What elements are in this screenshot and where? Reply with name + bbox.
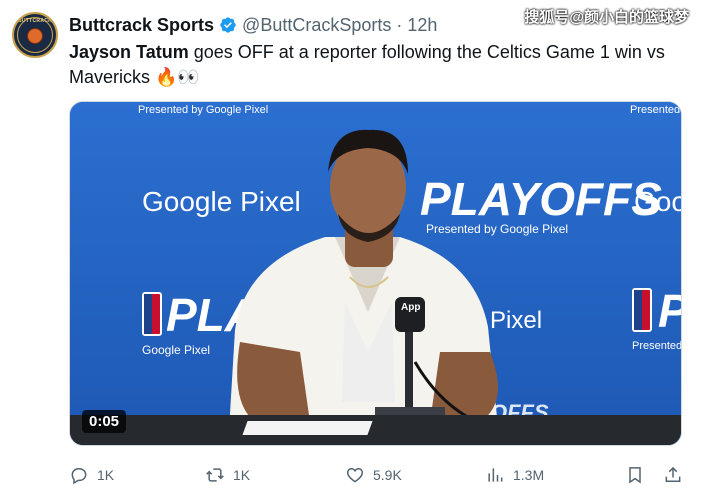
reply-button[interactable]: 1K (69, 465, 114, 485)
like-count: 5.9K (373, 467, 402, 483)
mic-flag-label: App (401, 302, 421, 313)
player-figure (228, 129, 511, 445)
retweet-button[interactable]: 1K (205, 465, 250, 485)
bookmark-button[interactable] (625, 465, 645, 485)
account-name[interactable]: Buttcrack Sports (69, 15, 214, 36)
bookmark-icon (629, 467, 641, 484)
press-table (70, 415, 681, 445)
watermark: 搜狐号@颜小白的篮球梦 (524, 9, 689, 26)
verified-badge-icon (219, 16, 237, 34)
reply-icon (71, 468, 87, 485)
heart-icon (346, 467, 364, 483)
separator: · (396, 14, 403, 35)
share-icon (665, 466, 681, 482)
video-player[interactable]: Presented by Google Pixel Presented by G… (69, 101, 682, 446)
timestamp[interactable]: 12h (407, 15, 437, 36)
views-chart-icon (488, 468, 503, 482)
paper-sheet (242, 421, 373, 435)
avatar-logo-text: BUTTCRACK (17, 18, 53, 24)
account-handle[interactable]: @ButtCrackSports (242, 15, 391, 36)
tweet-text-bold: Jayson Tatum (69, 42, 189, 62)
views-button[interactable]: 1.3M (485, 465, 544, 485)
retweet-icon (206, 468, 224, 482)
like-button[interactable]: 5.9K (345, 465, 402, 485)
video-duration: 0:05 (82, 410, 127, 433)
tweet-actions: 1K 1K 5.9K 1.3M (69, 462, 689, 488)
basketball-icon (27, 28, 43, 44)
view-count: 1.3M (513, 467, 545, 483)
retweet-count: 1K (233, 467, 251, 483)
tweet-header: Buttcrack Sports @ButtCrackSports · 12h (69, 14, 437, 36)
avatar[interactable]: BUTTCRACK (12, 12, 58, 58)
tweet-text: Jayson Tatum goes OFF at a reporter foll… (69, 40, 689, 90)
share-button[interactable] (663, 465, 683, 485)
reply-count: 1K (97, 467, 115, 483)
